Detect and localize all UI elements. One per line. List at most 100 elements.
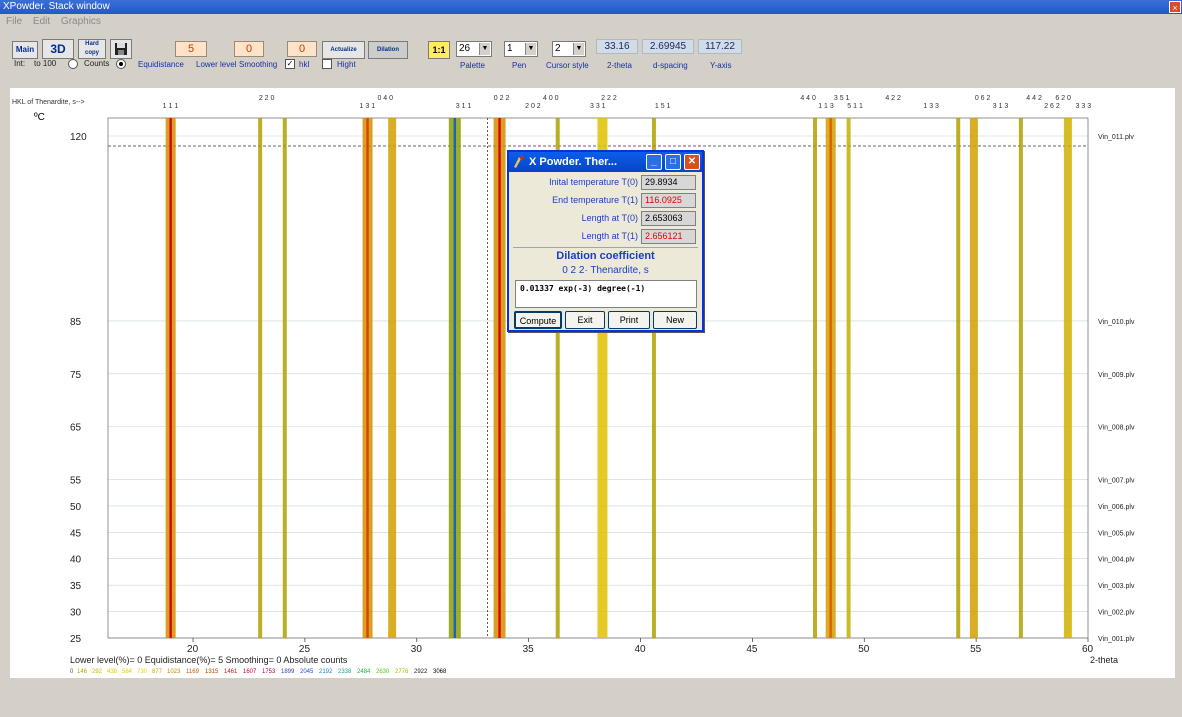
hkl-label: 1 1 3 — [818, 103, 834, 110]
cursor-style-select[interactable]: 2 ▼ — [552, 41, 586, 57]
chevron-down-icon: ▼ — [525, 43, 536, 55]
floppy-icon — [115, 43, 127, 55]
palette-value: 1315 — [205, 669, 219, 675]
hkl-checkbox[interactable]: ✓ — [285, 59, 295, 69]
palette-value: 1753 — [262, 669, 276, 675]
menu-file[interactable]: File — [6, 16, 22, 27]
length-t1-value[interactable]: 2.656121 — [641, 229, 696, 244]
smoothing-label: Smoothing — [239, 60, 278, 69]
dialog-title: X Powder. Ther... — [529, 156, 618, 168]
palette-value: 2045 — [300, 669, 314, 675]
end-temperature-value[interactable]: 116.0925 — [641, 193, 696, 208]
file-label: Vin_010.plv — [1098, 319, 1135, 326]
ratio-button[interactable]: 1:1 — [428, 41, 450, 59]
y-tick-label: 65 — [70, 423, 82, 434]
peak-core — [453, 118, 457, 638]
close-icon[interactable]: × — [1169, 1, 1181, 13]
file-label: Vin_006.plv — [1098, 504, 1135, 511]
maximize-icon[interactable]: □ — [665, 154, 681, 170]
dilation-subheading: 0 2 2· Thenardite, s — [562, 265, 649, 276]
chevron-down-icon: ▼ — [479, 43, 490, 55]
length-t0-value[interactable]: 2.653063 — [641, 211, 696, 226]
file-label: Vin_001.plv — [1098, 636, 1135, 643]
peak-band — [282, 118, 287, 638]
y-tick-label: 40 — [70, 555, 82, 566]
dilation-button[interactable]: Dilation — [368, 41, 408, 59]
hight-label: Hight — [337, 60, 356, 69]
yaxis-readout: 117.22 — [698, 39, 742, 54]
peak-band — [1018, 118, 1023, 638]
x-tick-label: 50 — [858, 644, 870, 655]
window-title: XPowder. Stack window — [3, 1, 110, 12]
smoothing-input[interactable]: 0 — [287, 41, 317, 57]
dialog-title-bar[interactable]: X Powder. Ther... _ □ ✕ — [509, 152, 702, 172]
hight-checkbox[interactable] — [322, 59, 332, 69]
peak-band — [846, 118, 851, 638]
peak-band — [258, 118, 263, 638]
new-button[interactable]: New — [653, 311, 697, 329]
equidistance-label: Equidistance — [138, 60, 184, 69]
hkl-label: 2 2 2 — [601, 95, 617, 102]
hkl-label: 2 2 0 — [259, 95, 275, 102]
palette-value: 2484 — [357, 669, 371, 675]
hkl-label: 3 5 1 — [834, 95, 850, 102]
palette-value: 2776 — [395, 669, 409, 675]
initial-temperature-value[interactable]: 29.8934 — [641, 175, 696, 190]
exit-button[interactable]: Exit — [565, 311, 605, 329]
hardcopy-button[interactable]: Hard copy — [78, 39, 106, 59]
y-tick-label: 35 — [70, 581, 82, 592]
app-icon — [514, 156, 524, 168]
file-label: Vin_008.plv — [1098, 425, 1135, 432]
hkl-label: 4 4 2 — [1026, 95, 1042, 102]
hkl-caption: HKL of Thenardite, s--> — [12, 99, 85, 106]
y-tick-label: 75 — [70, 370, 82, 381]
palette-value: 1607 — [243, 669, 257, 675]
palette-value: 146 — [77, 669, 88, 675]
counts-label: Counts — [84, 59, 110, 68]
file-label: Vin_005.plv — [1098, 530, 1135, 537]
app-window: XPowder. Stack window × File Edit Graphi… — [0, 0, 1182, 717]
print-button[interactable]: Print — [608, 311, 650, 329]
main-button[interactable]: Main — [12, 41, 38, 59]
actualize-button[interactable]: Actualize — [322, 41, 365, 59]
peak-core — [498, 118, 501, 638]
3d-button[interactable]: 3D — [42, 39, 74, 59]
equidistance-input[interactable]: 5 — [175, 41, 207, 57]
length-t1-row: Length at T(1) 2.656121 — [509, 229, 702, 246]
hkl-label: 3 3 1 — [590, 103, 606, 110]
palette-value: 2630 — [376, 669, 390, 675]
hkl-label: 5 1 1 — [847, 103, 863, 110]
minimize-icon[interactable]: _ — [646, 154, 662, 170]
peak-band — [813, 118, 818, 638]
hkl-label: 2 0 2 — [525, 103, 541, 110]
lower-level-input[interactable]: 0 — [234, 41, 264, 57]
palette-select[interactable]: 26 ▼ — [456, 41, 492, 57]
x-tick-label: 25 — [299, 644, 311, 655]
initial-temperature-row: Inital temperature T(0) 29.8934 — [509, 175, 702, 192]
y-tick-label: 120 — [70, 132, 87, 143]
pen-value: 1 — [507, 43, 513, 54]
hkl-label: 3 1 1 — [456, 103, 472, 110]
counts-radio[interactable] — [116, 59, 126, 69]
palette-label: Palette — [460, 61, 485, 70]
pen-select[interactable]: 1 ▼ — [504, 41, 538, 57]
menu-edit[interactable]: Edit — [33, 16, 50, 27]
two-theta-readout: 33.16 — [596, 39, 638, 54]
palette-value: 2338 — [338, 669, 352, 675]
y-tick-label: 55 — [70, 475, 82, 486]
save-button[interactable] — [110, 39, 132, 59]
end-temperature-label: End temperature T(1) — [552, 195, 638, 205]
cursor-style-label: Cursor style — [546, 61, 589, 70]
palette-value: 292 — [92, 669, 103, 675]
palette-value: 26 — [459, 43, 471, 54]
menu-graphics[interactable]: Graphics — [61, 16, 101, 27]
y-unit-label: ºC — [34, 112, 45, 123]
compute-button[interactable]: Compute — [514, 311, 562, 329]
close-icon[interactable]: ✕ — [684, 154, 700, 170]
file-label: Vin_003.plv — [1098, 583, 1135, 590]
palette-value: 1169 — [186, 669, 200, 675]
to100-radio[interactable] — [68, 59, 78, 69]
x-tick-label: 40 — [635, 644, 647, 655]
y-tick-label: 25 — [70, 634, 82, 645]
menu-bar: File Edit Graphics — [0, 14, 1182, 30]
